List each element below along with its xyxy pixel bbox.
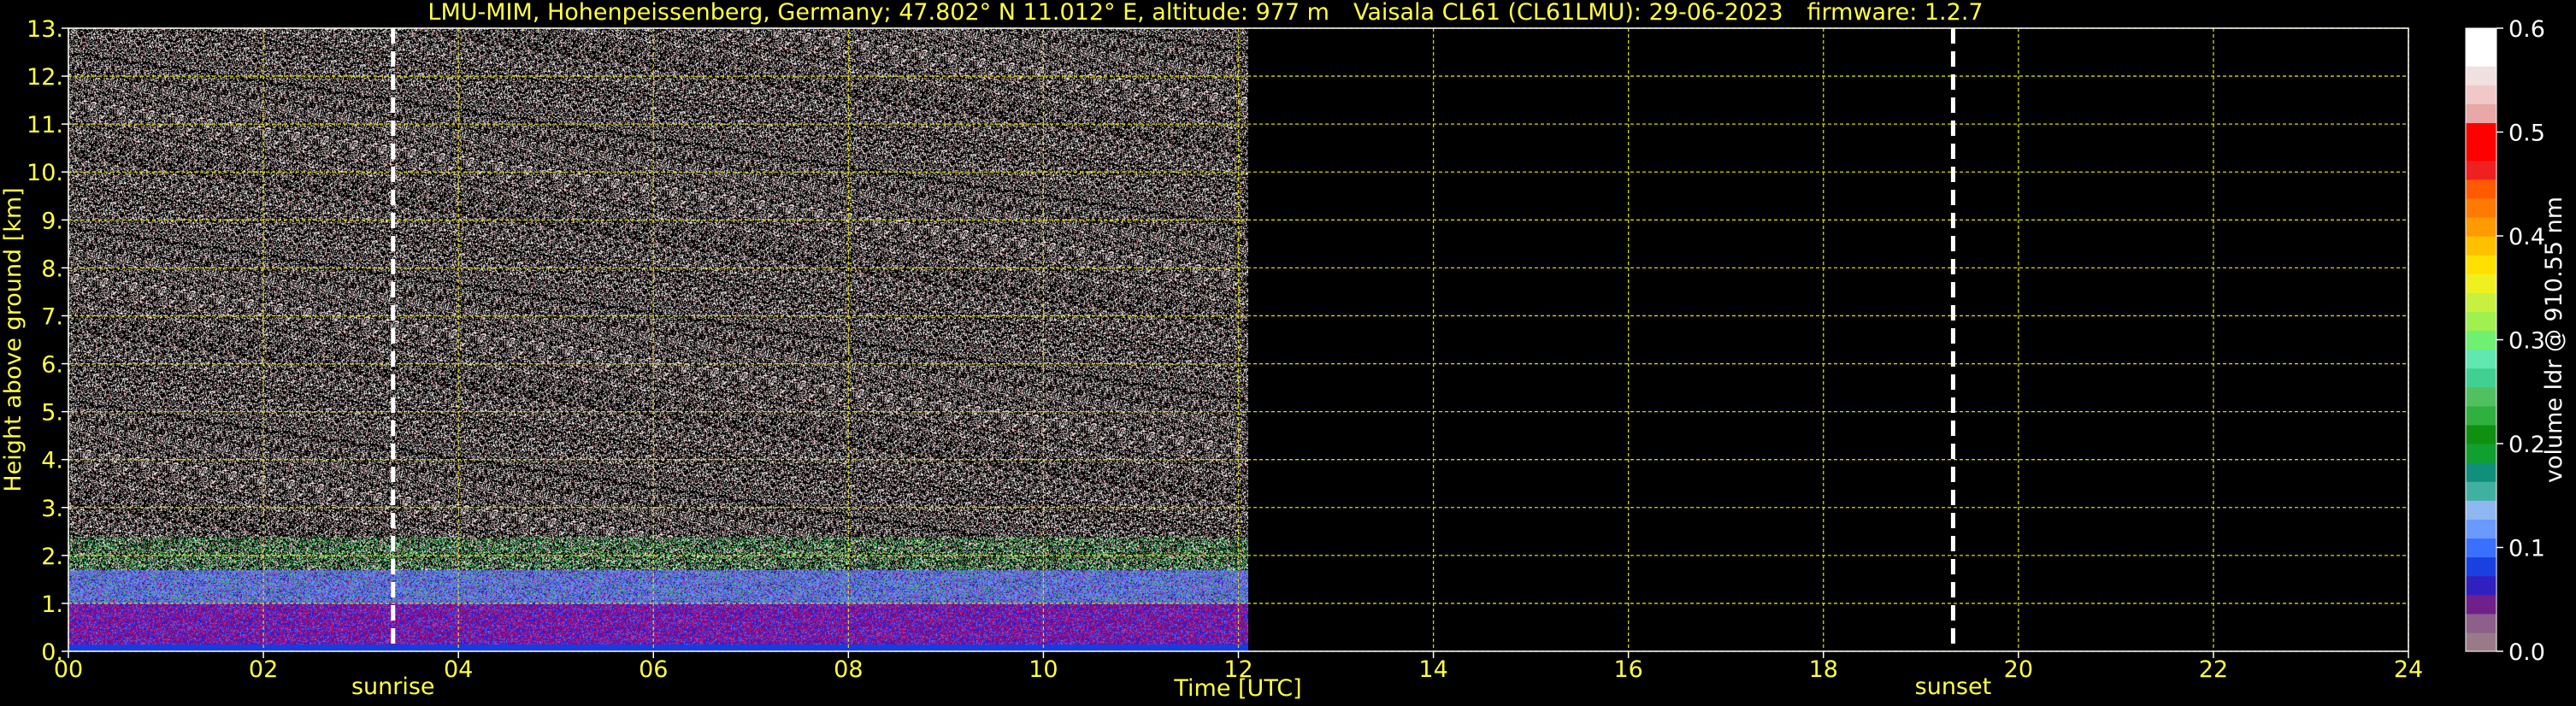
x-tick-label: 24 bbox=[2394, 656, 2423, 683]
colorbar-segment bbox=[2466, 216, 2496, 237]
y-tick-label: 9. bbox=[41, 208, 63, 234]
x-tick-label: 02 bbox=[249, 656, 278, 683]
colorbar-segment bbox=[2466, 160, 2496, 180]
x-tick-label: 10 bbox=[1029, 656, 1058, 683]
y-tick-label: 10. bbox=[27, 160, 63, 186]
colorbar-tick-label: 0.2 bbox=[2508, 432, 2545, 458]
y-tick-label: 3. bbox=[41, 496, 63, 522]
x-tick-label: 22 bbox=[2199, 656, 2228, 683]
x-tick-label: 08 bbox=[834, 656, 863, 683]
x-tick-label: 20 bbox=[2004, 656, 2033, 683]
colorbar-label: volume ldr @ 910.55 nm bbox=[2541, 197, 2567, 483]
colorbar-tick-label: 0.5 bbox=[2508, 121, 2545, 147]
colorbar-segment bbox=[2466, 66, 2496, 85]
colorbar-segment bbox=[2466, 368, 2496, 388]
colorbar-tick-label: 0.4 bbox=[2508, 224, 2545, 250]
colorbar-segment bbox=[2466, 28, 2496, 48]
colorbar-segment bbox=[2466, 236, 2496, 256]
x-tick-label: 16 bbox=[1613, 656, 1642, 683]
colorbar-segment bbox=[2466, 462, 2496, 482]
colorbar-tick-label: 0.1 bbox=[2508, 536, 2545, 562]
x-axis-label: Time [UTC] bbox=[1173, 675, 1301, 702]
colorbar-segment bbox=[2466, 47, 2496, 67]
colorbar-segment bbox=[2466, 274, 2496, 293]
colorbar-segment bbox=[2466, 179, 2496, 199]
colorbar-segment bbox=[2466, 556, 2496, 577]
ceilometer-figure: LMU-MIM, Hohenpeissenberg, Germany; 47.8… bbox=[0, 0, 2576, 706]
colorbar-tick-label: 0.0 bbox=[2508, 639, 2545, 666]
colorbar-segment bbox=[2466, 292, 2496, 312]
x-tick-label: 18 bbox=[1809, 656, 1838, 683]
colorbar-segment bbox=[2466, 594, 2496, 615]
y-tick-label: 1. bbox=[41, 591, 63, 618]
colorbar: 0.0 0.1 0.2 0.3 0.4 0.5 0.6 bbox=[2465, 16, 2545, 666]
y-tick-label: 2. bbox=[41, 544, 63, 570]
sun-marker-label: sunrise bbox=[351, 674, 435, 700]
x-tick-label: 14 bbox=[1418, 656, 1447, 683]
colorbar-segment bbox=[2466, 141, 2496, 162]
colorbar-segment bbox=[2466, 122, 2496, 143]
y-tick-label: 13. bbox=[27, 16, 63, 43]
y-tick-label: 11. bbox=[27, 112, 63, 138]
colorbar-segment bbox=[2466, 632, 2496, 652]
colorbar-segment bbox=[2466, 85, 2496, 104]
colorbar-segment bbox=[2466, 538, 2496, 558]
y-tick-label: 5. bbox=[41, 400, 63, 427]
colorbar-segment bbox=[2466, 349, 2496, 369]
heatmap-image bbox=[68, 28, 1248, 651]
colorbar-segment bbox=[2466, 255, 2496, 274]
x-tick-label: 06 bbox=[639, 656, 668, 683]
colorbar-segment bbox=[2466, 311, 2496, 332]
colorbar-segment bbox=[2466, 500, 2496, 520]
y-axis-label: Height above ground [km] bbox=[0, 187, 27, 491]
y-tick-label: 6. bbox=[41, 352, 63, 379]
colorbar-tick-label: 0.3 bbox=[2508, 328, 2545, 355]
colorbar-segment bbox=[2466, 519, 2496, 539]
colorbar-segment bbox=[2466, 197, 2496, 218]
x-tick-label: 04 bbox=[444, 656, 473, 683]
colorbar-segment bbox=[2466, 444, 2496, 463]
colorbar-segment bbox=[2466, 424, 2496, 444]
colorbar-segment bbox=[2466, 575, 2496, 596]
ldr-heatmap-chart: sunrise sunset 00 02 04 06 08 10 12 14 16 18 20 22 24… bbox=[0, 16, 2567, 702]
y-tick-label: 7. bbox=[41, 303, 63, 330]
y-tick-label: 12. bbox=[27, 64, 63, 91]
sun-marker-label: sunset bbox=[1915, 674, 1992, 700]
colorbar-segment bbox=[2466, 613, 2496, 633]
colorbar-segment bbox=[2466, 386, 2496, 407]
y-tick-label: 0. bbox=[41, 639, 63, 666]
colorbar-segment bbox=[2466, 103, 2496, 124]
y-tick-label: 4. bbox=[41, 448, 63, 474]
y-tick-label: 8. bbox=[41, 256, 63, 282]
colorbar-tick-label: 0.6 bbox=[2508, 16, 2545, 43]
colorbar-segment bbox=[2466, 481, 2496, 501]
colorbar-segment bbox=[2466, 330, 2496, 350]
colorbar-segment bbox=[2466, 405, 2496, 426]
